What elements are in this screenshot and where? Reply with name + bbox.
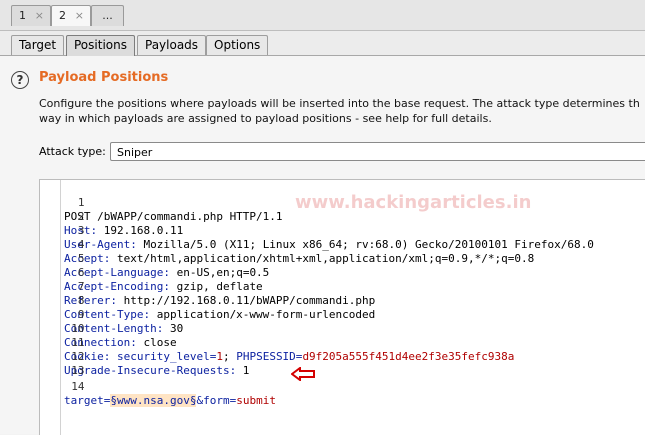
header-value: http://192.168.0.11/bWAPP/commandi.php xyxy=(116,294,376,307)
request-line: 9 Content-Length: 30 xyxy=(40,294,183,335)
request-line: 4 Accept: text/html,application/xhtml+xm… xyxy=(40,224,534,265)
header-value: text/html,application/xhtml+xml,applicat… xyxy=(110,252,535,265)
request-tabs-bar: 1 × 2 × ... xyxy=(0,0,645,31)
watermark: www.hackingarticles.in xyxy=(295,192,532,213)
request-tab-2-label: 2 xyxy=(59,9,66,22)
body-param-name: target= xyxy=(64,394,111,407)
new-tab-label: ... xyxy=(102,9,113,22)
request-tab-1-label: 1 xyxy=(19,9,26,22)
header-value: 30 xyxy=(163,322,184,335)
request-line: 5 Accept-Language: en-US,en;q=0.5 xyxy=(40,238,269,279)
request-editor[interactable]: 1 POST /bWAPP/commandi.php HTTP/1.1 2 Ho… xyxy=(39,179,645,435)
section-description: Configure the positions where payloads w… xyxy=(39,96,645,126)
header-value: 1 xyxy=(236,364,250,377)
request-line: 6 Accept-Encoding: gzip, deflate xyxy=(40,252,263,293)
header-value: Mozilla/5.0 (X11; Linux x86_64; rv:68.0)… xyxy=(136,238,594,251)
request-line: 7 Referer: http://192.168.0.11/bWAPP/com… xyxy=(40,266,375,307)
request-tab-1[interactable]: 1 × xyxy=(11,5,51,26)
request-line: 1 POST /bWAPP/commandi.php HTTP/1.1 xyxy=(40,182,283,223)
line-number: 9 xyxy=(77,308,85,321)
body-param-value: submit xyxy=(236,394,276,407)
line-number: 10 xyxy=(71,322,85,335)
cookie-value: d9f205a555f451d4ee2f3e35fefc938a xyxy=(302,350,515,363)
header-value: en-US,en;q=0.5 xyxy=(169,266,270,279)
tab-payloads[interactable]: Payloads xyxy=(137,35,207,55)
line-number: 2 xyxy=(77,210,85,223)
request-line: 13 xyxy=(40,350,84,377)
line-number: 8 xyxy=(77,294,85,307)
tab-options[interactable]: Options xyxy=(206,35,269,55)
description-line: way in which payloads are assigned to pa… xyxy=(39,112,492,125)
attack-type-select[interactable]: Sniper xyxy=(110,142,645,161)
request-line: 12 Upgrade-Insecure-Requests: 1 xyxy=(40,336,249,377)
line-number: 3 xyxy=(77,224,85,237)
request-tab-2[interactable]: 2 × xyxy=(51,5,91,26)
line-number: 5 xyxy=(77,252,85,265)
body-param-name: &form= xyxy=(196,394,237,407)
header-value: application/x-www-form-urlencoded xyxy=(150,308,376,321)
line-number: 13 xyxy=(71,364,85,377)
cookie-separator: ; xyxy=(222,350,237,363)
close-icon[interactable]: × xyxy=(35,6,44,26)
line-number: 12 xyxy=(71,350,85,363)
cookie-name: PHPSESSID= xyxy=(236,350,303,363)
line-number: 4 xyxy=(77,238,85,251)
line-number: 1 xyxy=(77,196,85,209)
tab-positions[interactable]: Positions xyxy=(66,35,135,56)
line-number: 7 xyxy=(77,280,85,293)
description-line: Configure the positions where payloads w… xyxy=(39,97,640,110)
header-name: Upgrade-Insecure-Requests: xyxy=(64,364,237,377)
arrow-left-icon xyxy=(291,367,315,381)
tab-target[interactable]: Target xyxy=(11,35,65,55)
header-value: 192.168.0.11 xyxy=(97,224,184,237)
payload-position-marker[interactable]: §www.nsa.gov§ xyxy=(110,394,197,407)
line-number: 6 xyxy=(77,266,85,279)
request-line-text: POST /bWAPP/commandi.php HTTP/1.1 xyxy=(64,210,283,223)
request-line: 11 Cookie: security_level=1; PHPSESSID=d… xyxy=(40,322,514,363)
close-icon[interactable]: × xyxy=(75,6,84,26)
request-line: 10 Connection: close xyxy=(40,308,177,349)
section-title: Payload Positions xyxy=(39,70,169,85)
line-number: 11 xyxy=(71,336,85,349)
header-value: close xyxy=(136,336,177,349)
request-line: 2 Host: 192.168.0.11 xyxy=(40,196,183,237)
cookie-value: 1 xyxy=(216,350,223,363)
attack-type-label: Attack type: xyxy=(39,145,106,158)
cookie-name: security_level= xyxy=(110,350,217,363)
attack-sub-tabs: Target Positions Payloads Options xyxy=(0,31,645,56)
header-value: gzip, deflate xyxy=(169,280,263,293)
request-line: 14 target=§www.nsa.gov§&form=submit xyxy=(40,366,276,407)
line-number: 14 xyxy=(71,380,85,393)
help-icon[interactable]: ? xyxy=(11,71,29,89)
new-tab-button[interactable]: ... xyxy=(91,5,124,26)
request-line: 8 Content-Type: application/x-www-form-u… xyxy=(40,280,375,321)
request-line: 3 User-Agent: Mozilla/5.0 (X11; Linux x8… xyxy=(40,210,594,251)
